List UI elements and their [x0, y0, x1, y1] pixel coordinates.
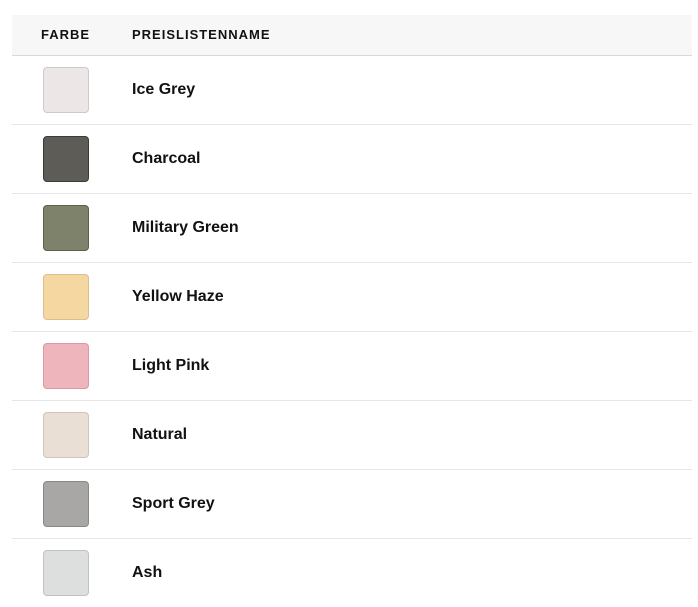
- table-row: Charcoal: [12, 125, 692, 194]
- header-color: FARBE: [41, 27, 91, 42]
- color-name: Ash: [132, 564, 163, 581]
- header-price-list-name: PREISLISTENNAME: [132, 27, 271, 42]
- table-row: Ash: [12, 539, 692, 607]
- color-swatch: [43, 481, 89, 527]
- color-name: Light Pink: [132, 357, 210, 374]
- table-row: Natural: [12, 401, 692, 470]
- color-swatch: [43, 274, 89, 320]
- color-name: Charcoal: [132, 150, 201, 167]
- color-swatch: [43, 136, 89, 182]
- color-name: Yellow Haze: [132, 288, 224, 305]
- table-row: Sport Grey: [12, 470, 692, 539]
- color-swatch: [43, 343, 89, 389]
- color-swatch: [43, 67, 89, 113]
- color-swatch: [43, 412, 89, 458]
- color-table: FARBE PREISLISTENNAME Ice Grey Charcoal …: [12, 15, 692, 607]
- table-header: FARBE PREISLISTENNAME: [12, 15, 692, 56]
- color-name: Military Green: [132, 219, 239, 236]
- color-name: Ice Grey: [132, 81, 196, 98]
- color-swatch: [43, 550, 89, 596]
- table-row: Yellow Haze: [12, 263, 692, 332]
- table-row: Ice Grey: [12, 56, 692, 125]
- color-name: Sport Grey: [132, 495, 215, 512]
- color-name: Natural: [132, 426, 188, 443]
- table-row: Military Green: [12, 194, 692, 263]
- color-swatch: [43, 205, 89, 251]
- table-row: Light Pink: [12, 332, 692, 401]
